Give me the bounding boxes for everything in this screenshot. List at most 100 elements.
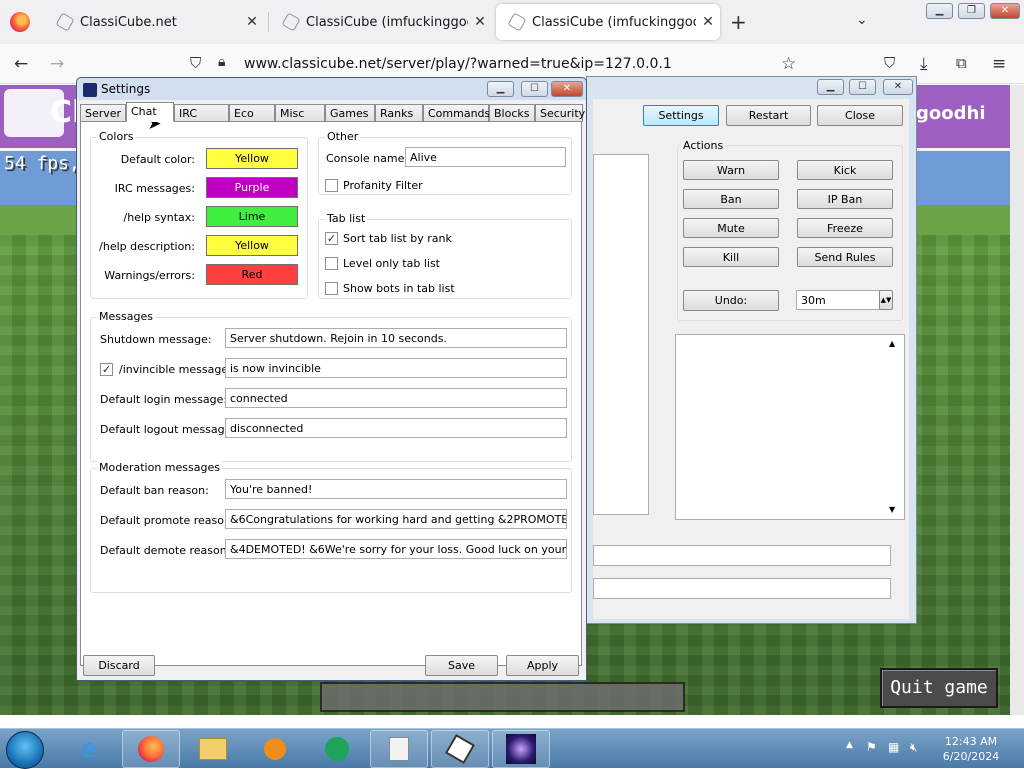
restore-window-button[interactable]: ❐: [958, 3, 985, 19]
tab-blocks[interactable]: Blocks: [489, 104, 535, 122]
browser-tab-2[interactable]: ClassiCube (imfuckinggoodhi) ✕: [270, 4, 492, 40]
server-window-body: Settings Restart Close Actions Warn Kick…: [593, 99, 909, 619]
action-center-flag-icon[interactable]: ⚑: [866, 740, 877, 754]
tab-security[interactable]: Security: [535, 104, 585, 122]
tab-games[interactable]: Games: [325, 104, 375, 122]
tab-commands[interactable]: Commands: [423, 104, 490, 122]
menu-icon[interactable]: ≡: [992, 54, 1006, 74]
mcgalaxy-taskbar-icon[interactable]: [492, 730, 550, 768]
profanity-filter-checkbox[interactable]: [325, 179, 338, 192]
start-button[interactable]: [6, 731, 44, 769]
warn-button[interactable]: Warn: [683, 160, 779, 180]
forward-icon[interactable]: →: [50, 54, 64, 74]
help-description-label: /help description:: [99, 240, 195, 253]
player-list-box[interactable]: [675, 334, 905, 520]
settings-maximize-button[interactable]: ☐: [521, 81, 548, 97]
console-name-input[interactable]: Alive: [405, 147, 566, 167]
bookmark-star-icon[interactable]: ☆: [781, 54, 796, 74]
ban-reason-input[interactable]: You're banned!: [225, 479, 567, 499]
profanity-filter-label: Profanity Filter: [343, 179, 423, 192]
tab-eco[interactable]: Eco: [229, 104, 275, 122]
close-tab-icon[interactable]: ✕: [240, 14, 264, 30]
server-close-window-button[interactable]: ✕: [883, 79, 913, 95]
promote-reason-input[interactable]: &6Congratulations for working hard and g…: [225, 509, 567, 529]
default-color-button[interactable]: Yellow: [206, 148, 298, 169]
file-explorer-icon[interactable]: [184, 730, 242, 768]
command-input[interactable]: [593, 578, 891, 599]
media-player-icon[interactable]: [246, 730, 304, 768]
network-icon[interactable]: ▦: [888, 740, 899, 754]
tab-server[interactable]: Server: [80, 104, 126, 122]
classicube-favicon-icon: [55, 12, 75, 32]
pocket-icon[interactable]: ⛉: [884, 54, 895, 72]
browser-tab-label: ClassiCube (imfuckinggoodhi): [532, 14, 696, 30]
show-bots-checkbox[interactable]: [325, 282, 338, 295]
restart-button[interactable]: Restart: [726, 105, 811, 126]
ip-ban-button[interactable]: IP Ban: [797, 189, 893, 209]
browser-tab-1[interactable]: ClassiCube.net ✕: [44, 4, 264, 40]
tab-irc[interactable]: IRC: [174, 104, 229, 122]
firefox-icon[interactable]: [10, 12, 30, 32]
settings-button[interactable]: Settings: [643, 105, 719, 126]
kick-button[interactable]: Kick: [797, 160, 893, 180]
media-center-icon[interactable]: [308, 730, 366, 768]
irc-messages-color-button[interactable]: Purple: [206, 177, 298, 198]
invincible-message-checkbox[interactable]: ✓: [100, 363, 113, 376]
kill-button[interactable]: Kill: [683, 247, 779, 267]
login-message-input[interactable]: connected: [225, 388, 567, 408]
settings-close-button[interactable]: ✕: [551, 81, 583, 97]
demote-reason-input[interactable]: &4DEMOTED! &6We're sorry for your loss. …: [225, 539, 567, 559]
sort-tab-list-checkbox[interactable]: ✓: [325, 232, 338, 245]
settings-minimize-button[interactable]: ▁: [487, 81, 514, 97]
internet-explorer-icon[interactable]: e: [60, 730, 118, 768]
help-description-color-button[interactable]: Yellow: [206, 235, 298, 256]
close-button[interactable]: Close: [817, 105, 903, 126]
tab-ranks[interactable]: Ranks: [375, 104, 423, 122]
page-scrollbar[interactable]: [1010, 85, 1024, 715]
undo-button[interactable]: Undo:: [683, 290, 779, 311]
close-tab-icon[interactable]: ✕: [696, 14, 720, 30]
log-textbox[interactable]: [593, 154, 649, 515]
tab-misc[interactable]: Misc: [275, 104, 325, 122]
scroll-up-icon[interactable]: ▲: [889, 339, 895, 348]
discard-button[interactable]: Discard: [83, 655, 155, 676]
logout-message-input[interactable]: disconnected: [225, 418, 567, 438]
show-hidden-icons-icon[interactable]: ▲: [846, 740, 853, 750]
extensions-icon[interactable]: ⧉: [956, 54, 967, 72]
mute-button[interactable]: Mute: [683, 218, 779, 238]
apply-button[interactable]: Apply: [506, 655, 579, 676]
downloads-icon[interactable]: ⤓: [920, 54, 928, 74]
warnings-errors-color-button[interactable]: Red: [206, 264, 298, 285]
chat-input[interactable]: [593, 545, 891, 566]
save-button[interactable]: Save: [425, 655, 498, 676]
classicube-taskbar-icon[interactable]: [431, 730, 489, 768]
browser-tab-3-active[interactable]: ClassiCube (imfuckinggoodhi) ✕: [496, 4, 720, 40]
scroll-down-icon[interactable]: ▼: [889, 505, 895, 514]
server-minimize-button[interactable]: ▁: [817, 79, 844, 95]
freeze-button[interactable]: Freeze: [797, 218, 893, 238]
server-maximize-button[interactable]: ☐: [849, 79, 876, 95]
volume-icon[interactable]: 🔇︎: [910, 740, 918, 755]
close-tab-icon[interactable]: ✕: [468, 14, 492, 30]
back-icon[interactable]: ←: [14, 54, 28, 74]
ban-button[interactable]: Ban: [683, 189, 779, 209]
quit-game-button[interactable]: Quit game: [880, 668, 998, 708]
level-only-tab-list-checkbox[interactable]: [325, 257, 338, 270]
shield-icon[interactable]: ⛉: [190, 54, 201, 72]
document-app-icon[interactable]: [370, 730, 428, 768]
help-syntax-color-button[interactable]: Lime: [206, 206, 298, 227]
list-all-tabs-icon[interactable]: ⌄: [856, 12, 868, 28]
firefox-taskbar-icon[interactable]: [122, 730, 180, 768]
taskbar-clock[interactable]: 12:43 AM 6/20/2024: [936, 734, 1006, 764]
tab-chat[interactable]: Chat: [126, 102, 174, 122]
new-tab-icon[interactable]: +: [730, 10, 747, 34]
send-rules-button[interactable]: Send Rules: [797, 247, 893, 267]
lock-icon[interactable]: 🔒︎: [218, 54, 225, 70]
undo-duration-input[interactable]: 30m: [796, 290, 880, 310]
minimize-window-button[interactable]: ▁: [926, 3, 953, 19]
invincible-message-input[interactable]: is now invincible: [225, 358, 567, 378]
close-window-button[interactable]: ✕: [990, 3, 1020, 19]
url-bar[interactable]: www.classicube.net/server/play/?warned=t…: [244, 56, 672, 72]
undo-spinner-icon[interactable]: ▲▼: [879, 290, 893, 310]
shutdown-message-input[interactable]: Server shutdown. Rejoin in 10 seconds.: [225, 328, 567, 348]
